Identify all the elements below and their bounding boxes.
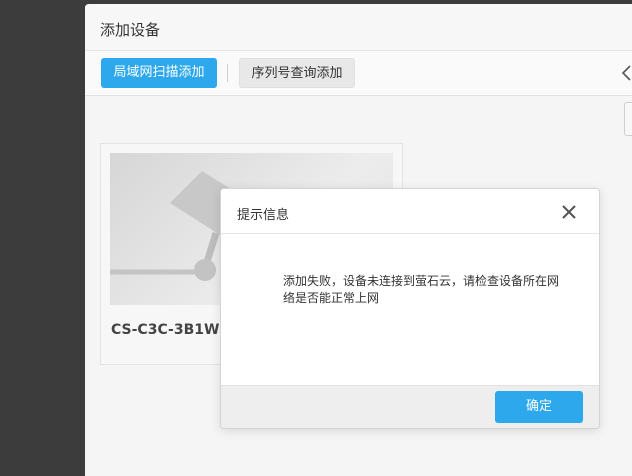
- dialog-header: 提示信息: [221, 189, 599, 234]
- dialog-message: 添加失败，设备未连接到萤石云，请检查设备所在网络是否能正常上网: [283, 274, 560, 305]
- confirm-button[interactable]: 确定: [495, 391, 583, 423]
- side-panel-button[interactable]: [624, 102, 632, 136]
- dialog-title: 提示信息: [237, 208, 290, 223]
- window-title: 添加设备: [100, 21, 161, 39]
- dialog-footer: 确定: [221, 385, 599, 428]
- back-arrow-icon[interactable]: [619, 64, 632, 82]
- serial-query-add-button[interactable]: 序列号查询添加: [239, 58, 355, 88]
- lan-scan-add-button[interactable]: 局域网扫描添加: [101, 58, 217, 88]
- close-icon[interactable]: [560, 203, 578, 221]
- toolbar-divider: [227, 64, 228, 82]
- add-method-toolbar: 局域网扫描添加 序列号查询添加: [85, 51, 632, 96]
- device-name: CS-C3C-3B1WI: [111, 322, 225, 338]
- window-header: 添加设备: [85, 4, 632, 51]
- notice-dialog: 提示信息 添加失败，设备未连接到萤石云，请检查设备所在网络是否能正常上网 确定: [220, 188, 600, 429]
- dialog-body: 添加失败，设备未连接到萤石云，请检查设备所在网络是否能正常上网: [221, 234, 599, 385]
